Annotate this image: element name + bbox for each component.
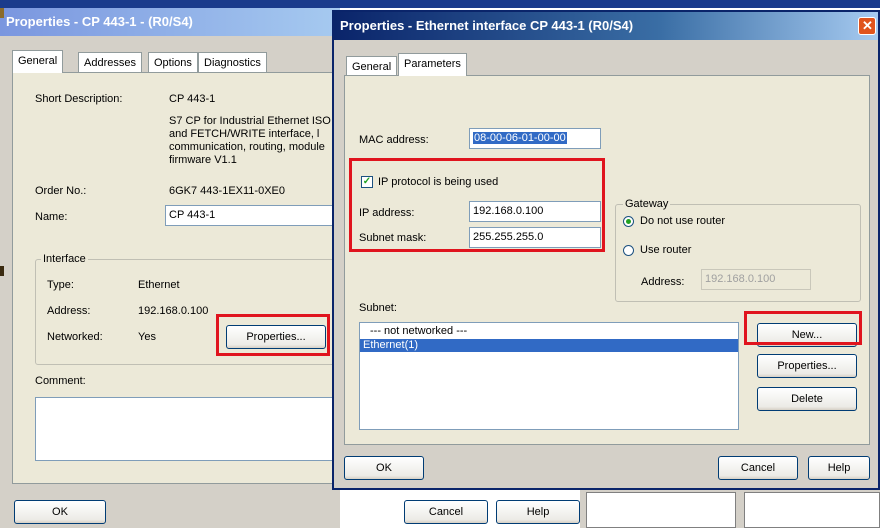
window-title: Properties - CP 443-1 - (R0/S4) xyxy=(0,8,340,36)
tab-options[interactable]: Options xyxy=(148,52,198,72)
name-field[interactable]: CP 443-1 xyxy=(165,205,341,226)
ip-address-label: IP address: xyxy=(359,207,415,219)
comment-label: Comment: xyxy=(35,375,86,387)
description-box: S7 CP for Industrial Ethernet ISO and FE… xyxy=(165,113,341,175)
comment-field[interactable] xyxy=(35,397,341,461)
subnet-properties-button[interactable]: Properties... xyxy=(757,354,857,378)
ip-protocol-checkbox[interactable]: ✓ xyxy=(361,176,373,188)
type-value: Ethernet xyxy=(138,279,180,291)
mac-field[interactable]: 08-00-06-01-00-00 xyxy=(469,128,601,149)
delete-subnet-button[interactable]: Delete xyxy=(757,387,857,411)
dialog-cancel-button[interactable]: Cancel xyxy=(718,456,798,480)
back-help-button[interactable]: Help xyxy=(496,500,580,524)
ethernet-properties-dialog: Properties - Ethernet interface CP 443-1… xyxy=(332,10,880,490)
subnet-mask-label: Subnet mask: xyxy=(359,232,427,244)
interface-properties-button[interactable]: Properties... xyxy=(226,325,326,349)
new-subnet-button[interactable]: New... xyxy=(757,323,857,347)
dialog-title: Properties - Ethernet interface CP 443-1… xyxy=(334,12,878,40)
order-no-label: Order No.: xyxy=(35,185,87,197)
subnet-list[interactable]: --- not networked --- Ethernet(1) xyxy=(359,322,739,430)
address-label: Address: xyxy=(47,305,91,317)
left-edge-marker xyxy=(0,8,4,18)
description-line: communication, routing, module xyxy=(169,141,325,153)
order-no-value: 6GK7 443-1EX11-0XE0 xyxy=(169,185,285,197)
use-router-radio[interactable] xyxy=(623,245,634,256)
address-value: 192.168.0.100 xyxy=(138,305,209,317)
subnet-mask-field[interactable]: 255.255.255.0 xyxy=(469,227,601,248)
subnet-label: Subnet: xyxy=(359,302,397,314)
type-label: Type: xyxy=(47,279,74,291)
ok-button[interactable]: OK xyxy=(14,500,106,524)
do-not-use-router-radio[interactable] xyxy=(623,216,634,227)
name-label: Name: xyxy=(35,211,68,223)
mac-value: 08-00-06-01-00-00 xyxy=(473,132,567,144)
top-strip xyxy=(0,0,880,8)
dialog-tab-general[interactable]: General xyxy=(346,56,398,76)
short-description-value: CP 443-1 xyxy=(169,93,216,105)
networked-value: Yes xyxy=(138,331,156,343)
general-panel: Short Description: CP 443-1 S7 CP for In… xyxy=(12,72,341,484)
background-pane-inner-2 xyxy=(744,492,880,528)
tab-addresses[interactable]: Addresses xyxy=(78,52,142,72)
description-line: S7 CP for Industrial Ethernet ISO xyxy=(169,115,331,127)
tab-general[interactable]: General xyxy=(12,50,64,73)
subnet-list-item-selected[interactable]: Ethernet(1) xyxy=(360,339,738,352)
gateway-address-field[interactable]: 192.168.0.100 xyxy=(701,269,811,290)
use-router-label: Use router xyxy=(640,244,692,256)
ip-address-field[interactable]: 192.168.0.100 xyxy=(469,201,601,222)
tab-diagnostics[interactable]: Diagnostics xyxy=(198,52,267,72)
ip-protocol-label: IP protocol is being used xyxy=(378,176,499,188)
description-line: and FETCH/WRITE interface, l xyxy=(169,128,320,140)
background-pane-inner xyxy=(586,492,736,528)
short-description-label: Short Description: xyxy=(35,93,123,105)
dialog-ok-button[interactable]: OK xyxy=(344,456,424,480)
subnet-list-item[interactable]: --- not networked --- xyxy=(360,325,738,338)
interface-group-label: Interface xyxy=(41,253,88,265)
gateway-group-label: Gateway xyxy=(623,198,671,210)
description-line: firmware V1.1 xyxy=(169,154,237,166)
networked-label: Networked: xyxy=(47,331,103,343)
dialog-tab-parameters[interactable]: Parameters xyxy=(398,53,467,76)
back-cancel-button[interactable]: Cancel xyxy=(404,500,488,524)
parameters-panel: MAC address: 08-00-06-01-00-00 ✓ IP prot… xyxy=(344,75,870,445)
gateway-address-label: Address: xyxy=(641,276,685,288)
dialog-help-button[interactable]: Help xyxy=(808,456,870,480)
mac-label: MAC address: xyxy=(359,134,429,146)
cp-properties-window: Properties - CP 443-1 - (R0/S4) General … xyxy=(0,8,341,528)
left-edge-marker-2 xyxy=(0,266,4,276)
do-not-use-router-label: Do not use router xyxy=(640,215,725,227)
close-button[interactable]: ✕ xyxy=(858,17,876,35)
close-icon: ✕ xyxy=(862,18,873,33)
